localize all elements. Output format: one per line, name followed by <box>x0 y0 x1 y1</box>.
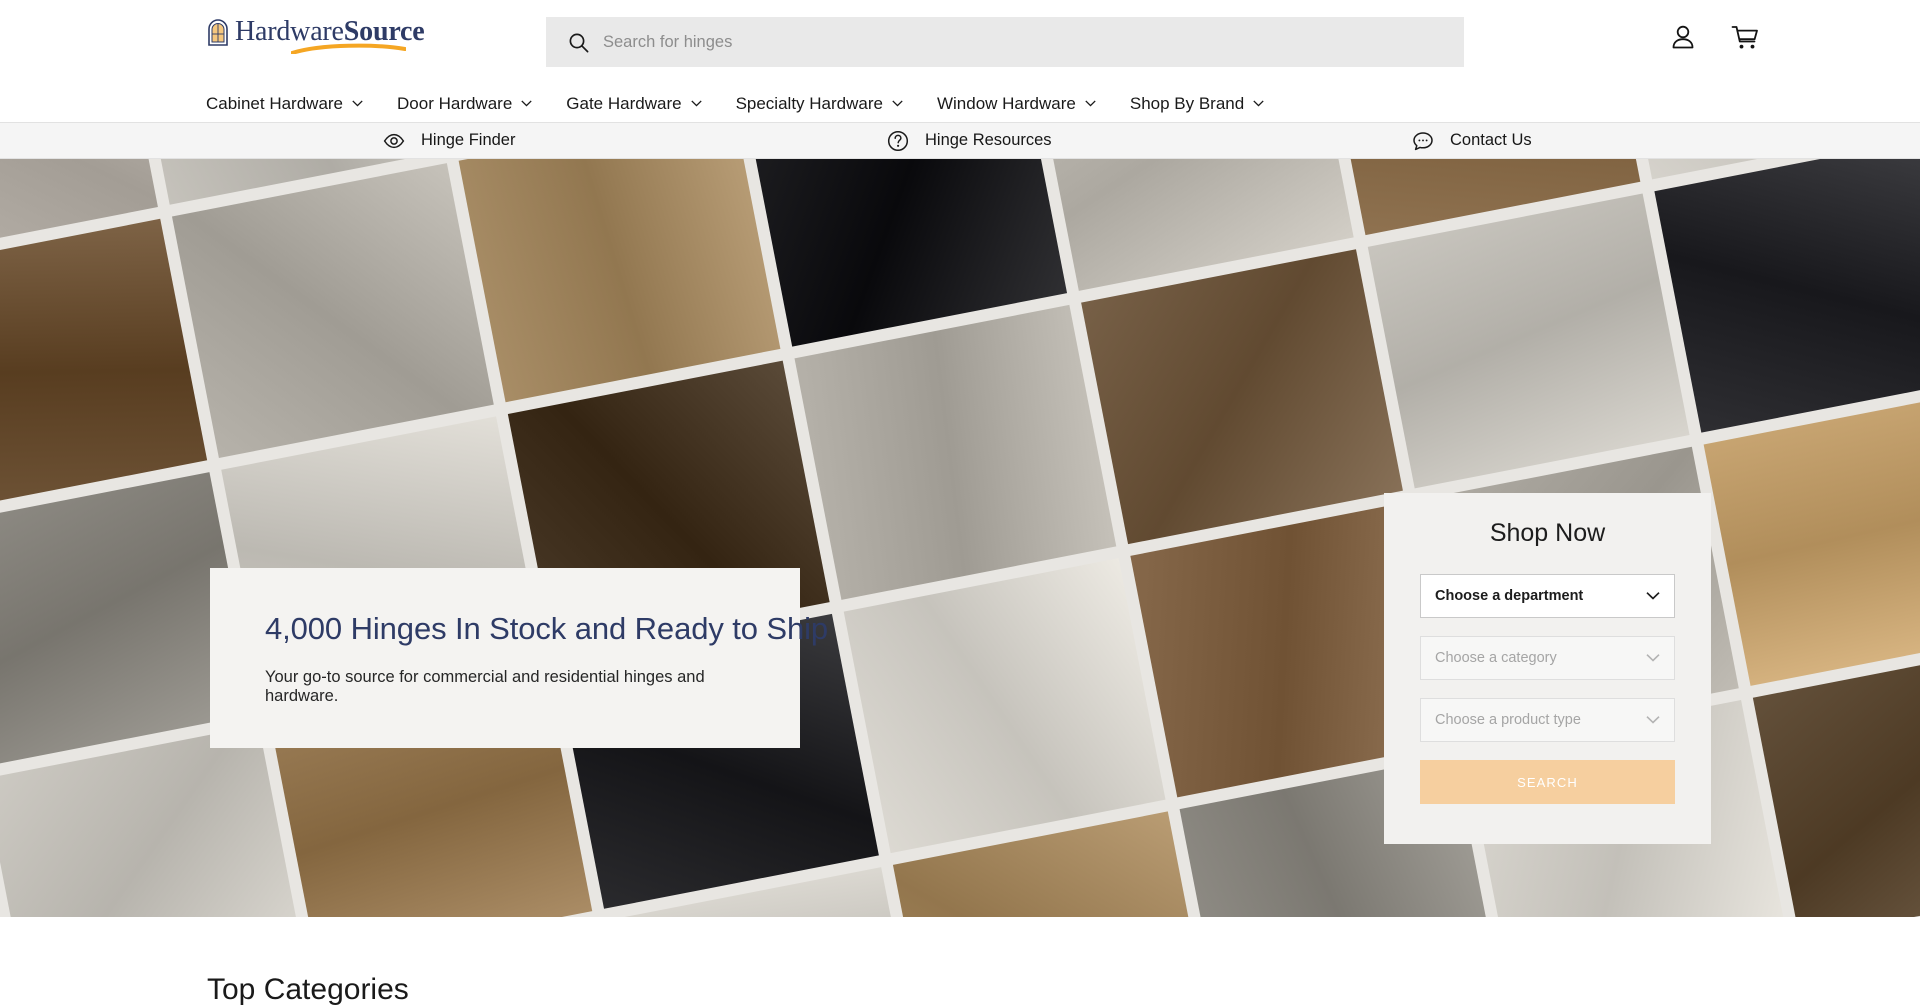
page-title: 4,000 Hinges In Stock and Ready to Ship <box>265 610 829 646</box>
hero-text-card: 4,000 Hinges In Stock and Ready to Ship … <box>210 568 829 748</box>
collage-tile <box>1367 193 1690 489</box>
secondary-navigation: Hinge Finder Hinge Resources Contact Us <box>0 122 1920 159</box>
department-select-label: Choose a department <box>1435 588 1584 604</box>
chevron-down-icon <box>892 100 903 107</box>
sidebar-item-hinge-resources[interactable]: Hinge Resources <box>887 130 1052 152</box>
nav-item-specialty-hardware[interactable]: Specialty Hardware <box>736 94 903 114</box>
chevron-down-icon <box>352 100 363 107</box>
top-categories-section: Top Categories <box>0 917 1920 1006</box>
collage-tile <box>171 163 494 458</box>
nav-label: Gate Hardware <box>566 93 682 113</box>
site-logo[interactable]: HardwareSource <box>207 17 425 54</box>
nav-item-gate-hardware[interactable]: Gate Hardware <box>566 93 702 114</box>
chat-bubble-icon <box>1413 131 1433 150</box>
collage-tile <box>458 159 781 403</box>
shop-now-panel: Shop Now Choose a department Choose a ca… <box>1384 493 1711 844</box>
collage-tile <box>794 304 1117 600</box>
shop-now-title: Shop Now <box>1489 519 1606 547</box>
nav-label: Cabinet Hardware <box>206 93 344 113</box>
nav-item-cabinet-hardware[interactable]: Cabinet Hardware <box>206 94 363 114</box>
account-icon[interactable] <box>1668 22 1698 52</box>
hero-subtitle: Your go-to source for commercial and res… <box>265 667 705 705</box>
sidebar-item-contact-us[interactable]: Contact Us <box>1412 130 1532 152</box>
search-bar[interactable] <box>546 17 1464 67</box>
sidebar-item-label: Contact Us <box>1450 131 1532 149</box>
primary-navigation: Cabinet Hardware Door Hardware Gate Hard… <box>0 85 1920 122</box>
nav-label: Window Hardware <box>936 93 1076 113</box>
question-circle-icon <box>887 130 909 151</box>
nav-label: Door Hardware <box>397 93 513 113</box>
nav-label: Specialty Hardware <box>735 93 883 113</box>
collage-tile <box>1752 644 1920 917</box>
section-title: Top Categories <box>207 973 409 1006</box>
product-type-select-label: Choose a product type <box>1435 712 1581 728</box>
chevron-down-icon <box>1253 100 1264 107</box>
nav-label: Shop By Brand <box>1129 93 1245 113</box>
collage-tile <box>0 218 208 514</box>
eye-icon <box>383 133 405 148</box>
sidebar-item-hinge-finder[interactable]: Hinge Finder <box>383 130 515 152</box>
category-select-label: Choose a category <box>1435 650 1557 666</box>
search-icon <box>569 33 589 52</box>
hero-section: 4,000 Hinges In Stock and Ready to Ship … <box>0 159 1920 917</box>
door-window-logo-icon <box>208 19 228 46</box>
search-input[interactable] <box>603 17 1442 67</box>
collage-tile <box>1703 391 1920 686</box>
collage-tile <box>1081 249 1403 545</box>
department-select[interactable]: Choose a department <box>1420 574 1675 618</box>
nav-item-shop-by-brand[interactable]: Shop By Brand <box>1130 94 1264 114</box>
product-type-select[interactable]: Choose a product type <box>1420 698 1675 742</box>
nav-item-window-hardware[interactable]: Window Hardware <box>937 94 1096 114</box>
category-select[interactable]: Choose a category <box>1420 636 1675 680</box>
site-header: HardwareSource <box>0 0 1920 85</box>
chevron-down-icon <box>690 100 702 107</box>
chevron-down-icon <box>1646 654 1660 662</box>
sidebar-item-label: Hinge Finder <box>421 131 516 149</box>
chevron-down-icon <box>521 100 532 107</box>
chevron-down-icon <box>1646 592 1660 600</box>
sidebar-item-label: Hinge Resources <box>925 131 1052 149</box>
collage-tile <box>1654 159 1920 433</box>
header-actions <box>1668 22 1760 52</box>
logo-swoosh-icon <box>291 43 406 54</box>
chevron-down-icon <box>1085 100 1096 107</box>
nav-item-door-hardware[interactable]: Door Hardware <box>397 94 532 114</box>
collage-tile <box>843 558 1166 854</box>
cart-icon[interactable] <box>1730 22 1760 52</box>
shop-now-search-button[interactable]: SEARCH <box>1420 760 1675 804</box>
chevron-down-icon <box>1646 716 1660 724</box>
